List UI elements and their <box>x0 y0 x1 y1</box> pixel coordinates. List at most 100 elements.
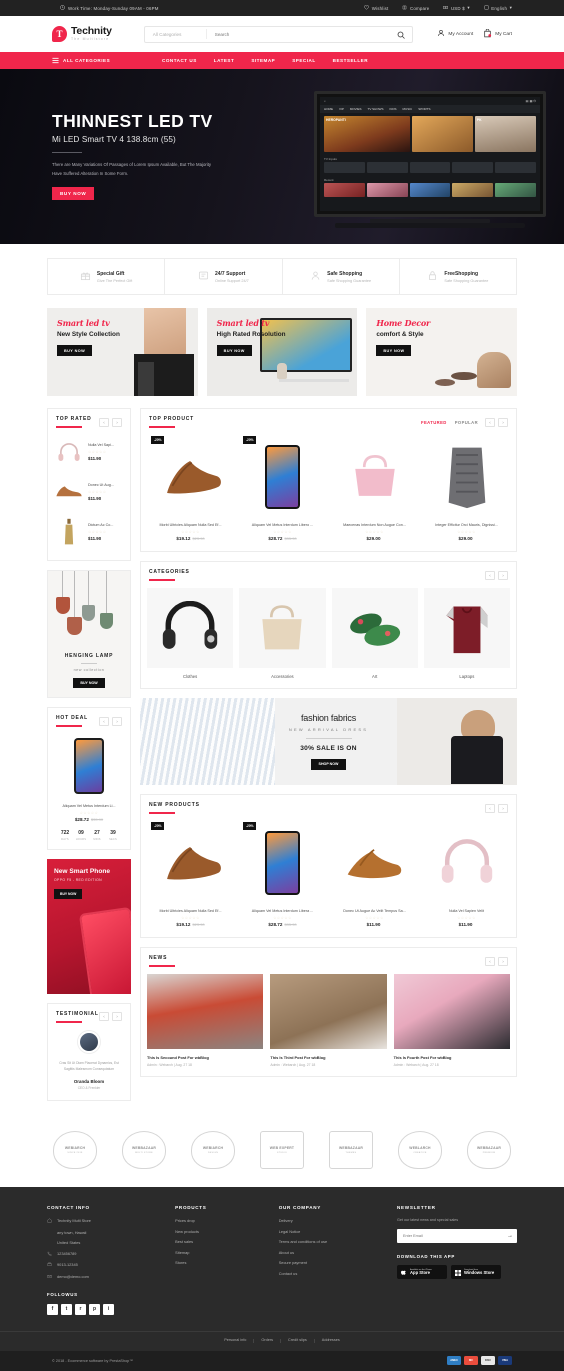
nav-item-latest[interactable]: LATEST <box>214 58 235 63</box>
next-arrow[interactable]: › <box>112 1012 122 1021</box>
prev-arrow[interactable]: ‹ <box>99 1012 109 1021</box>
hero-buy-now-button[interactable]: BUY NOW <box>52 187 95 201</box>
search-button[interactable] <box>390 27 412 42</box>
footer-link-stores[interactable]: Stores <box>175 1260 269 1265</box>
footer-link-terms[interactable]: Terms and conditions of use <box>279 1239 387 1244</box>
rss-icon[interactable]: r <box>75 1303 86 1315</box>
pinterest-icon[interactable]: p <box>89 1303 100 1315</box>
next-arrow[interactable]: › <box>498 417 508 427</box>
category-card-clothes[interactable]: Clothes <box>147 588 234 679</box>
brand-logo[interactable]: WEBBAZAAR THEMES <box>323 1129 379 1171</box>
footer-link-addresses[interactable]: Addresses <box>315 1338 347 1343</box>
footer-link-orders[interactable]: Orders <box>254 1338 282 1343</box>
category-card-laptops[interactable]: Laptops <box>423 588 510 679</box>
next-arrow[interactable]: › <box>498 803 508 813</box>
footer-link-new-products[interactable]: New products <box>175 1229 269 1234</box>
footer-link-delivery[interactable]: Delivery <box>279 1218 387 1223</box>
footer-link-legal-notice[interactable]: Legal Notice <box>279 1229 387 1234</box>
prev-arrow[interactable]: ‹ <box>485 956 495 966</box>
category-card-accessories[interactable]: Accessories <box>239 588 326 679</box>
my-cart-link[interactable]: My Cart <box>483 28 512 40</box>
lamp-buy-now-button[interactable]: BUY NOW <box>73 678 105 688</box>
news-card[interactable]: This Is Fourth Post For wbBlog Admin : W… <box>393 974 510 1067</box>
promo-heading-3: comfort & Style <box>376 331 424 338</box>
search-input[interactable] <box>206 31 391 37</box>
price-current: $11.90 <box>366 922 381 927</box>
brand-logo[interactable]: WEBIARCH DESIGN <box>185 1129 241 1171</box>
footer-link-sitemap[interactable]: Sitemap <box>175 1250 269 1255</box>
list-item[interactable]: Dictum Ac Co... ☆☆☆☆☆ $11.90 <box>54 512 124 552</box>
next-arrow[interactable]: › <box>498 956 508 966</box>
footer-phone[interactable]: 123456789 <box>47 1251 165 1257</box>
nav-item-bestseller[interactable]: BESTSELLER <box>333 58 368 63</box>
compare-link[interactable]: Compare <box>402 5 429 11</box>
prev-arrow[interactable]: ‹ <box>485 803 495 813</box>
brand-logo[interactable]: WEBBAZAAR MULTI STORE <box>116 1129 172 1171</box>
logo[interactable]: Technity The Multistore <box>52 26 112 42</box>
brand-logo[interactable]: WEBLARCH CREATIVE <box>392 1129 448 1171</box>
category-card-art[interactable]: Art <box>331 588 418 679</box>
product-card[interactable]: Integer Efficitur Orci Mauris, Dignissi.… <box>422 434 511 543</box>
product-card[interactable]: Maecenas Interdum Non Augue Con... ☆☆☆☆☆… <box>330 434 419 543</box>
product-card[interactable]: -20% Aliquam Vel Metus Interdum Libera .… <box>238 820 327 929</box>
fashion-shop-now-button[interactable]: SHOP NOW <box>310 758 347 770</box>
phone-banner[interactable]: New Smart Phone OPPO F5 - RED EDITION BU… <box>47 858 131 994</box>
promo-banner-2[interactable]: Smart led tv High Rated Rosolution BUY N… <box>206 308 358 396</box>
phone-banner-button[interactable]: BUY NOW <box>54 889 83 900</box>
footer-link-prices-drop[interactable]: Prices drop <box>175 1218 269 1223</box>
news-card[interactable]: This Is Secound Post For wbBlog Admin : … <box>147 974 264 1067</box>
facebook-icon[interactable]: f <box>47 1303 58 1315</box>
list-item[interactable]: Donec Ut Aug... ☆☆☆☆☆ $11.90 <box>54 472 124 512</box>
tab-featured[interactable]: FEATURED <box>421 420 447 425</box>
promo-banner-1[interactable]: Smart led tv New Style Collection BUY NO… <box>47 308 198 396</box>
footer-link-best-sales[interactable]: Best sales <box>175 1239 269 1244</box>
footer-link-personal-info[interactable]: Personal info <box>217 1338 255 1343</box>
product-card[interactable]: Nulla Vel Sapien Velit ☆☆☆☆☆ $11.90 <box>422 820 511 929</box>
prev-arrow[interactable]: ‹ <box>99 417 109 427</box>
tab-popular[interactable]: POPULAR <box>455 420 478 425</box>
next-arrow[interactable]: › <box>498 570 508 580</box>
price-old: $35.90 <box>284 922 297 927</box>
lamp-banner[interactable]: HENGING LAMP new collection BUY NOW <box>47 570 131 698</box>
prev-arrow[interactable]: ‹ <box>485 417 495 427</box>
promo-button-1[interactable]: BUY NOW <box>57 345 93 356</box>
brand-logo[interactable]: WEBBAZAAR PREMIUM <box>461 1129 517 1171</box>
list-item[interactable]: Nulla Vel Sapi... ☆☆☆☆☆ $11.90 <box>54 432 124 472</box>
promo-button-2[interactable]: BUY NOW <box>216 345 252 356</box>
footer-link-contact-us[interactable]: Contact us <box>279 1271 387 1276</box>
product-card[interactable]: Donec Ut Augue Ac Velit Tempus Sa... ☆☆☆… <box>330 820 419 929</box>
top-product-grid: -20% Morbi Ultricies Aliquam Nulla Sed E… <box>141 428 516 551</box>
language-selector[interactable]: English ▾ <box>484 5 512 11</box>
currency-selector[interactable]: USD $ ▾ <box>443 5 470 11</box>
promo-button-3[interactable]: BUY NOW <box>376 345 412 356</box>
my-account-link[interactable]: My Account <box>437 29 473 39</box>
promo-banner-3[interactable]: Home Decor comfort & Style BUY NOW <box>366 308 518 396</box>
search-category-select[interactable]: All Categories <box>145 29 207 39</box>
twitter-icon[interactable]: t <box>61 1303 72 1315</box>
product-card[interactable]: -20% Morbi Ultricies Aliquam Nulla Sed E… <box>146 820 235 929</box>
prev-arrow[interactable]: ‹ <box>99 716 109 726</box>
news-card[interactable]: This Is Third Post For wbBlog Admin : We… <box>270 974 387 1067</box>
product-card[interactable]: -20% Aliquam Vel Metus Interdum Libero .… <box>238 434 327 543</box>
instagram-icon[interactable]: i <box>103 1303 114 1315</box>
newsletter-email-input[interactable] <box>397 1234 503 1238</box>
brand-logo[interactable]: WEBIARCH SINCE 2018 <box>47 1129 103 1171</box>
newsletter-submit-button[interactable]: → <box>503 1233 517 1239</box>
prev-arrow[interactable]: ‹ <box>485 570 495 580</box>
footer-link-about-us[interactable]: About us <box>279 1250 387 1255</box>
windows-store-button[interactable]: Download from Windows Store <box>451 1265 501 1279</box>
nav-item-contact-us[interactable]: CONTACT US <box>162 58 197 63</box>
fashion-banner[interactable]: fashion fabrics NEW ARRIVAL DRESS 30% SA… <box>140 698 517 785</box>
next-arrow[interactable]: › <box>112 716 122 726</box>
app-store-button[interactable]: Available on the iPhone App Store <box>397 1265 447 1279</box>
nav-all-categories[interactable]: ALL CATEGORIES <box>52 57 162 65</box>
footer-link-credit-slips[interactable]: Credit slips <box>281 1338 315 1343</box>
next-arrow[interactable]: › <box>112 417 122 427</box>
nav-item-sitemap[interactable]: SITEMAP <box>251 58 275 63</box>
product-card[interactable]: -20% Morbi Ultricies Aliquam Nulla Sed E… <box>146 434 235 543</box>
footer-link-secure-payment[interactable]: Secure payment <box>279 1260 387 1265</box>
wishlist-link[interactable]: Wishlist <box>364 5 388 11</box>
brand-logo[interactable]: WEB EXPERT STUDIO <box>254 1129 310 1171</box>
footer-email[interactable]: demo@demo.com <box>47 1274 165 1280</box>
nav-item-special[interactable]: SPECIAL <box>292 58 315 63</box>
